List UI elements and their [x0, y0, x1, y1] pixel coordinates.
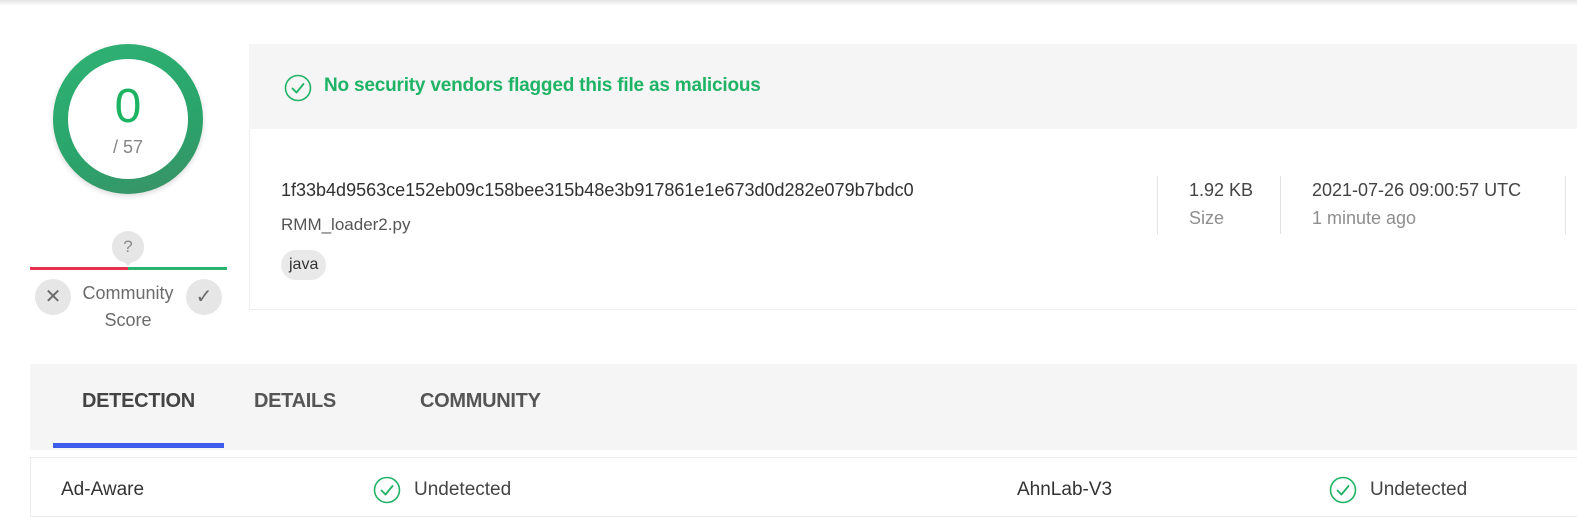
file-size-label: Size [1189, 208, 1225, 228]
check-circle-icon [373, 476, 401, 504]
detection-score-ring: 0 / 57 [53, 44, 203, 194]
detection-count: 0 [114, 80, 142, 133]
community-score-bar-negative [30, 267, 128, 270]
analysis-date: 2021-07-26 09:00:57 UTC [1312, 180, 1522, 200]
divider [1565, 176, 1566, 234]
vote-harmless-button[interactable]: ✓ [186, 279, 222, 315]
file-name: RMM_loader2.py [281, 215, 411, 234]
analysis-relative-time: 1 minute ago [1312, 208, 1417, 228]
vote-harmful-button[interactable]: ✕ [35, 279, 71, 315]
file-tag[interactable]: java [281, 250, 327, 280]
file-size-value: 1.92 KB [1189, 180, 1254, 200]
verdict-message: No security vendors flagged this file as… [324, 75, 761, 96]
active-tab-indicator [53, 443, 224, 448]
detection-row: Ad-Aware Undetected AhnLab-V3 Undetected [30, 457, 1577, 517]
file-info-panel: 1f33b4d9563ce152eb09c158bee315b48e3b9178… [249, 129, 1577, 310]
engine-name: AhnLab-V3 [1017, 479, 1113, 500]
report-tabs: DETECTION DETAILS COMMUNITY [30, 364, 1577, 450]
community-score-bar-positive [128, 267, 227, 270]
file-hash[interactable]: 1f33b4d9563ce152eb09c158bee315b48e3b9178… [281, 180, 914, 201]
question-icon[interactable]: ? [112, 231, 144, 266]
tab-detection[interactable]: DETECTION [82, 390, 195, 413]
verdict-banner: No security vendors flagged this file as… [249, 44, 1577, 129]
divider [1280, 176, 1281, 234]
engine-result: Undetected [414, 479, 512, 500]
community-score-label: Community Score [82, 283, 174, 330]
check-circle-icon [284, 74, 312, 102]
divider [1157, 176, 1158, 234]
top-bar-shadow [0, 0, 1577, 6]
tab-details[interactable]: DETAILS [254, 390, 336, 413]
tab-community[interactable]: COMMUNITY [420, 390, 541, 413]
check-circle-icon [1329, 476, 1357, 504]
engine-result: Undetected [1370, 479, 1468, 500]
engine-name: Ad-Aware [61, 479, 145, 500]
engine-total: / 57 [112, 137, 144, 157]
